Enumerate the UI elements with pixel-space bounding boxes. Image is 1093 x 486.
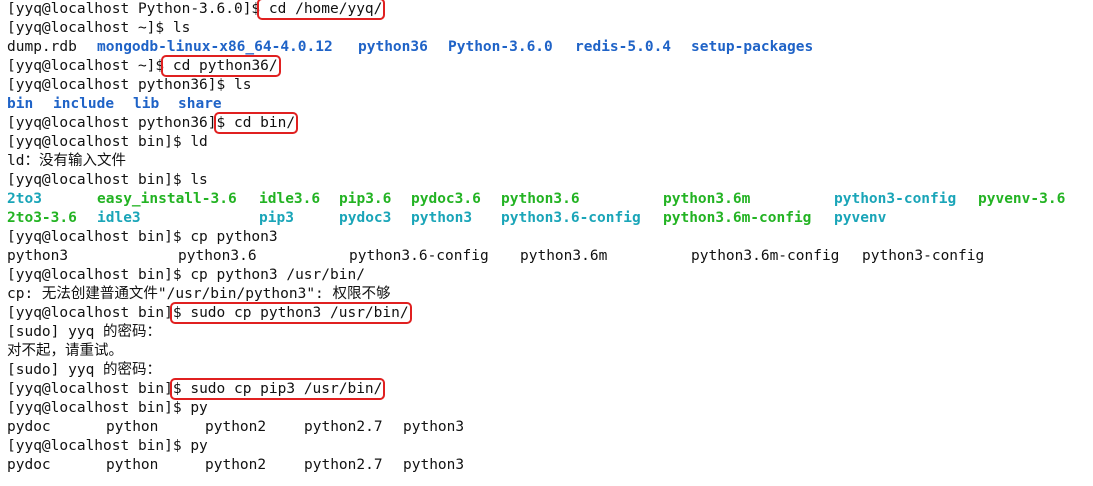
terminal-line: [yyq@localhost bin]$ cp python3 xyxy=(7,228,1093,247)
listing-entry: python3.6m xyxy=(663,191,751,207)
listing-entry: python3.6-config xyxy=(501,210,641,226)
highlighted-command: cd python36/ xyxy=(161,55,281,77)
listing-entry: bin xyxy=(7,96,34,112)
terminal-line: [yyq@localhost bin]$ sudo cp python3 /us… xyxy=(7,302,1093,324)
listing-entry: pip3.6 xyxy=(339,191,392,207)
terminal-line: [yyq@localhost bin]$ sudo cp pip3 /usr/b… xyxy=(7,378,1093,400)
listing-entry: python3.6 xyxy=(501,191,580,207)
listing-entry: idle3.6 xyxy=(259,191,321,207)
listing-entry: python3.6m-config xyxy=(663,210,812,226)
listing-entry: pydoc3.6 xyxy=(411,191,481,207)
terminal-text: [yyq@localhost ~]$ ls xyxy=(7,20,191,36)
listing-entry: python3.6m xyxy=(520,248,608,264)
terminal-line: cp: 无法创建普通文件"/usr/bin/python3": 权限不够 xyxy=(7,285,1093,304)
listing-entry: easy_install-3.6 xyxy=(97,191,237,207)
listing-entry: python3 xyxy=(7,248,69,264)
listing-entry: python3-config xyxy=(834,191,957,207)
listing-entry: python3.6 xyxy=(178,248,257,264)
terminal-text: ld：没有输入文件 xyxy=(7,153,126,169)
terminal-line: [yyq@localhost bin]$ py xyxy=(7,437,1093,456)
terminal-text: [yyq@localhost bin] xyxy=(7,305,173,321)
terminal-line: dump.rdb mongodb-linux-x86_64-4.0.12 pytho… xyxy=(7,38,1093,57)
listing-entry: python2 xyxy=(205,457,267,473)
listing-entry: python2.7 xyxy=(304,419,383,435)
listing-entry: python xyxy=(106,419,159,435)
listing-entry: pyvenv-3.6 xyxy=(978,191,1066,207)
listing-entry: python2.7 xyxy=(304,457,383,473)
listing-entry: python3.6m-config xyxy=(691,248,840,264)
terminal-text: [yyq@localhost python36]$ ls xyxy=(7,77,252,93)
listing-entry: python3 xyxy=(403,419,465,435)
listing-entry: pydoc3 xyxy=(339,210,392,226)
listing-entry: python2 xyxy=(205,419,267,435)
terminal-window[interactable]: [yyq@localhost Python-3.6.0]$ cd /home/y… xyxy=(0,0,1093,486)
highlighted-command: $ sudo cp python3 /usr/bin/ xyxy=(169,302,412,324)
listing-entry: python36 xyxy=(358,39,428,55)
terminal-line: 2to3-3.6 idle3 pip3 pydoc3 python3 python3.6-… xyxy=(7,209,1093,228)
listing-entry: share xyxy=(178,96,222,112)
terminal-text: [yyq@localhost Python-3.6.0]$ xyxy=(7,1,261,17)
highlighted-command: $ sudo cp pip3 /usr/bin/ xyxy=(169,378,386,400)
terminal-text: [yyq@localhost bin] xyxy=(7,381,173,397)
terminal-line: python3 python3.6 python3.6-config python3.… xyxy=(7,247,1093,266)
terminal-line: [yyq@localhost python36]$ ls xyxy=(7,76,1093,95)
terminal-line: [sudo] yyq 的密码： xyxy=(7,361,1093,380)
terminal-text: [yyq@localhost python36] xyxy=(7,115,217,131)
listing-entry: pip3 xyxy=(259,210,294,226)
listing-entry: pydoc xyxy=(7,419,51,435)
listing-entry: python3-config xyxy=(862,248,985,264)
terminal-text: [yyq@localhost bin]$ py xyxy=(7,400,208,416)
listing-entry: include xyxy=(53,96,115,112)
terminal-line: [sudo] yyq 的密码： xyxy=(7,323,1093,342)
terminal-line: [yyq@localhost bin]$ ld xyxy=(7,133,1093,152)
terminal-line: [yyq@localhost bin]$ ls xyxy=(7,171,1093,190)
listing-entry: mongodb-linux-x86_64-4.0.12 xyxy=(97,39,333,55)
terminal-text: [yyq@localhost bin]$ ls xyxy=(7,172,208,188)
listing-entry: 2to3 xyxy=(7,191,42,207)
listing-entry: setup-packages xyxy=(691,39,814,55)
listing-entry: python3.6-config xyxy=(349,248,489,264)
terminal-line: pydoc python python2 python2.7 python3 xyxy=(7,456,1093,475)
terminal-line: [yyq@localhost Python-3.6.0]$ cd /home/y… xyxy=(7,0,1093,20)
listing-entry: dump.rdb xyxy=(7,39,77,55)
terminal-text: [yyq@localhost bin]$ cp python3 /usr/bin… xyxy=(7,267,365,283)
terminal-text: 对不起，请重试。 xyxy=(7,343,123,359)
listing-entry: pyvenv xyxy=(834,210,887,226)
terminal-line: [yyq@localhost bin]$ py xyxy=(7,399,1093,418)
terminal-line: 对不起，请重试。 xyxy=(7,342,1093,361)
terminal-text: [yyq@localhost bin]$ ld xyxy=(7,134,208,150)
highlighted-command: cd /home/yyq/ xyxy=(257,0,386,20)
terminal-line: [yyq@localhost python36]$ cd bin/ xyxy=(7,112,1093,134)
terminal-line: 2to3 easy_install-3.6 idle3.6 pip3.6 pydoc3.… xyxy=(7,190,1093,209)
listing-entry: python3 xyxy=(411,210,473,226)
listing-entry: python3 xyxy=(403,457,465,473)
listing-entry: python xyxy=(106,457,159,473)
terminal-line: [yyq@localhost bin]$ cp python3 /usr/bin… xyxy=(7,266,1093,285)
listing-entry: Python-3.6.0 xyxy=(448,39,553,55)
terminal-line: [yyq@localhost ~]$ cd python36/ xyxy=(7,55,1093,77)
terminal-text: cp: 无法创建普通文件"/usr/bin/python3": 权限不够 xyxy=(7,286,391,302)
terminal-text: [yyq@localhost bin]$ py xyxy=(7,438,208,454)
terminal-text: [sudo] yyq 的密码： xyxy=(7,324,162,340)
terminal-line: ld：没有输入文件 xyxy=(7,152,1093,171)
listing-entry: idle3 xyxy=(97,210,141,226)
terminal-text: [yyq@localhost ~]$ xyxy=(7,58,165,74)
terminal-text: [yyq@localhost bin]$ cp python3 xyxy=(7,229,278,245)
listing-entry: redis-5.0.4 xyxy=(575,39,672,55)
listing-entry: pydoc xyxy=(7,457,51,473)
highlighted-command: $ cd bin/ xyxy=(213,112,299,134)
terminal-line: pydoc python python2 python2.7 python3 xyxy=(7,418,1093,437)
terminal-line: bin include lib share xyxy=(7,95,1093,114)
terminal-text: [sudo] yyq 的密码： xyxy=(7,362,162,378)
listing-entry: 2to3-3.6 xyxy=(7,210,77,226)
terminal-line: [yyq@localhost ~]$ ls xyxy=(7,19,1093,38)
listing-entry: lib xyxy=(133,96,160,112)
